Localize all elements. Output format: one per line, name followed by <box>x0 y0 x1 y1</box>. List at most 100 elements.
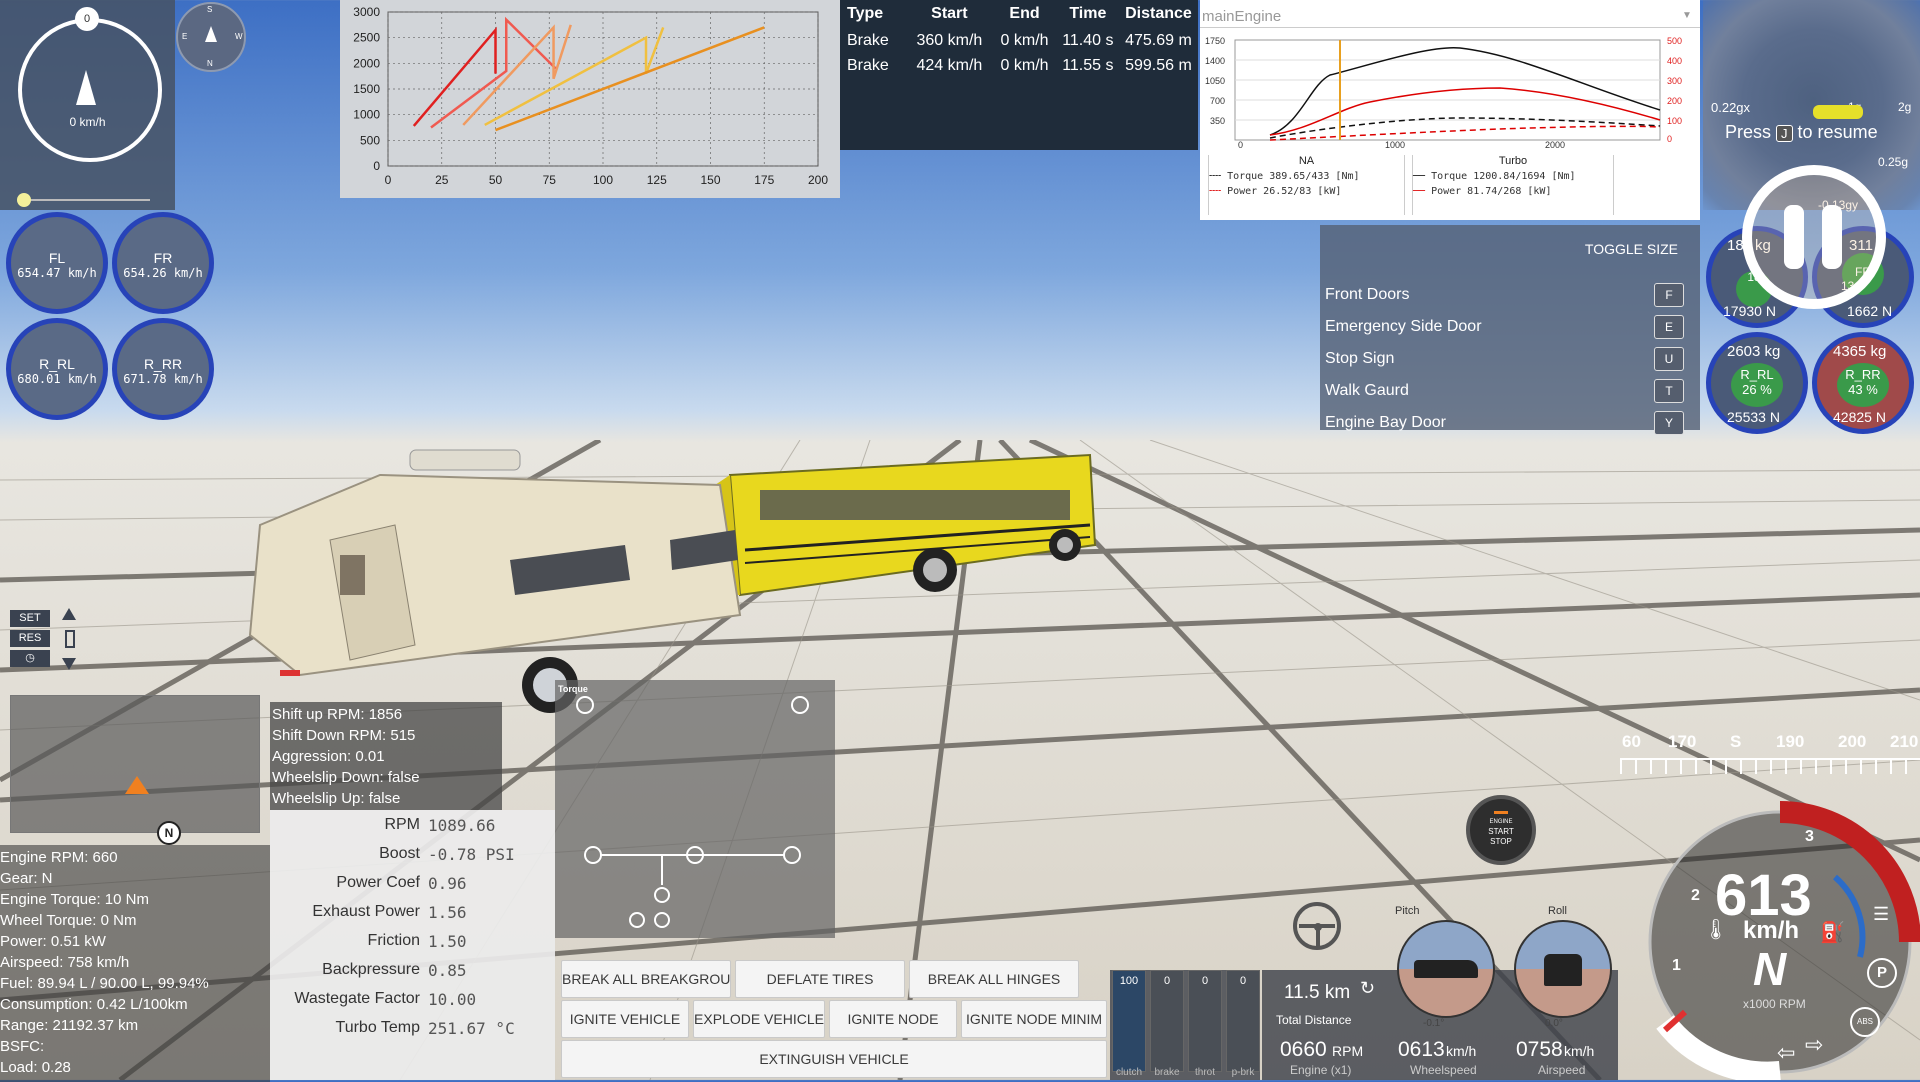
table-header: Time <box>1069 5 1107 22</box>
tire-load-pct: 26 % <box>1742 382 1772 397</box>
param-label: Friction <box>367 932 420 949</box>
trip-wheelspeed: 0613 <box>1398 1038 1445 1061</box>
turbo-torque: Torque 1200.84/1694 [Nm] <box>1431 171 1576 182</box>
param-value: 251.67 °C <box>428 1019 515 1038</box>
param-label: RPM <box>384 816 420 833</box>
y-tick-label: 0 <box>373 159 380 173</box>
cruise-down-icon[interactable] <box>62 658 76 670</box>
ignite-node-minimal-button[interactable]: IGNITE NODE MINIM <box>961 1000 1107 1038</box>
heading-tick-label: 210 <box>1890 732 1919 751</box>
left-tick: 1750 <box>1205 36 1225 46</box>
keyboard-icon: F <box>1654 283 1684 307</box>
left-tick: 350 <box>1210 116 1225 126</box>
reset-icon[interactable]: ↻ <box>1360 978 1375 999</box>
heading-tick-label: 190 <box>1776 732 1805 751</box>
toggle-item-stop-sign[interactable]: Stop Sign U <box>1320 343 1700 375</box>
explode-vehicle-button[interactable]: EXPLODE VEHICLE <box>693 1000 825 1038</box>
minimap[interactable]: N <box>10 695 260 845</box>
wheel-gauge-speed: 680.01 km/h <box>17 372 97 386</box>
pause-hint: Press J to resume <box>1725 122 1878 143</box>
brake-value: 0 <box>1163 975 1171 987</box>
table-cell: Brake <box>847 56 889 74</box>
info-line: Aggression: 0.01 <box>272 748 385 765</box>
minimap-north: N <box>157 821 181 845</box>
tire-load-name: R_RL <box>1740 367 1774 382</box>
engine-dropdown-label[interactable]: mainEngine <box>1202 8 1281 25</box>
cruise-timer-icon[interactable]: ◷ <box>10 650 50 667</box>
toggle-item-emergency-door[interactable]: Emergency Side Door E <box>1320 311 1700 343</box>
cruise-control: SET RES ◷ <box>8 608 84 674</box>
rpm-tick-label: 2 <box>1691 887 1700 904</box>
y-tick-label: 2500 <box>353 31 380 45</box>
wheel-gauge-name: R_RR <box>143 356 183 372</box>
toggle-item-label: Front Doors <box>1325 286 1410 303</box>
toggle-item-walk-guard[interactable]: Walk Gaurd T <box>1320 375 1700 407</box>
break-breakgroups-button[interactable]: BREAK ALL BREAKGROUPS <box>561 960 731 998</box>
toggle-size-button[interactable]: TOGGLE SIZE <box>1585 241 1678 257</box>
wheel-gauge-rl: R_RL 680.01 km/h <box>6 318 108 420</box>
info-line: Shift up RPM: 1856 <box>272 706 403 723</box>
stat-line: Fuel: 89.94 L / 90.00 L, 99.94% <box>0 975 209 992</box>
pbrake-bar: 0 <box>1226 970 1260 1072</box>
cruise-res-button[interactable]: RES <box>10 630 50 647</box>
na-torque: Torque 389.65/433 [Nm] <box>1227 171 1360 182</box>
engine-button-line2: START <box>1488 827 1514 836</box>
keyboard-icon: U <box>1654 347 1684 371</box>
x-tick-label: 200 <box>808 173 828 187</box>
temperature-icon: 🌡 <box>1703 919 1729 941</box>
table-cell: 11.55 s <box>1062 56 1114 74</box>
vehicle-stats: Engine RPM: 660 Gear: N Engine Torque: 1… <box>0 845 270 1082</box>
drivetrain-diagram <box>576 696 809 928</box>
engine-params: RPM 1089.66 Boost -0.78 PSI Power Coef 0.96… <box>270 810 555 1080</box>
roll-gauge <box>1514 920 1612 1018</box>
toggle-item-label: Walk Gaurd <box>1325 382 1409 399</box>
compass-panel: 0 0 km/h <box>0 0 175 210</box>
speedometer: 613 km/h N x1000 RPM 1 2 3 🌡 ⛽ P ☰ ABS ⇦… <box>1625 782 1920 1080</box>
school-bus <box>700 453 1097 597</box>
pause-press: Press <box>1725 122 1772 142</box>
compass-slider-track[interactable] <box>20 199 150 201</box>
engine-indicator <box>1494 811 1508 814</box>
table-header: Type <box>847 5 884 22</box>
engine-start-stop-button[interactable]: ENGINE START STOP <box>1466 795 1536 865</box>
drivetrain-panel: Torque <box>555 680 835 938</box>
turbo-power: Power 81.74/268 [kW] <box>1431 186 1552 197</box>
stat-line: Load: 0.28 <box>0 1059 71 1076</box>
headlight-icon: ☰ <box>1873 904 1890 924</box>
toggle-item-front-doors[interactable]: Front Doors F <box>1320 279 1700 311</box>
x-tick-label: 0 <box>385 173 392 187</box>
ignite-node-button[interactable]: IGNITE NODE <box>829 1000 957 1038</box>
brake-bar: 0 <box>1150 970 1184 1072</box>
chevron-down-icon[interactable]: ▼ <box>1682 10 1692 21</box>
left-tick: 1050 <box>1205 76 1225 86</box>
fuel-icon: ⛽ <box>1820 922 1845 944</box>
engine-curves: 1750 1400 1050 700 350 0 1000 2000 500 4… <box>1205 36 1682 150</box>
cruise-set-button[interactable]: SET <box>10 610 50 627</box>
stat-line: Airspeed: 758 km/h <box>0 954 130 971</box>
compass-speed: 0 km/h <box>69 115 106 129</box>
deflate-tires-button[interactable]: DEFLATE TIRES <box>735 960 905 998</box>
break-hinges-button[interactable]: BREAK ALL HINGES <box>909 960 1079 998</box>
truck-side-icon <box>1414 960 1478 978</box>
extinguish-button[interactable]: EXTINGUISH VEHICLE <box>561 1040 1107 1078</box>
toggle-item-engine-bay[interactable]: Engine Bay Door Y <box>1320 407 1700 439</box>
throttle-bar: 0 <box>1188 970 1222 1072</box>
x-tick-label: 100 <box>593 173 613 187</box>
cruise-up-icon[interactable] <box>62 608 76 620</box>
trip-rpm-unit: RPM <box>1332 1043 1364 1059</box>
ignite-vehicle-button[interactable]: IGNITE VEHICLE <box>561 1000 689 1038</box>
param-value: 1.56 <box>428 903 467 922</box>
table-header: End <box>1009 5 1040 22</box>
rpm-tick-label: 1 <box>1672 957 1681 974</box>
compass-slider-handle[interactable] <box>17 193 31 207</box>
table-cell: 475.69 m <box>1125 31 1192 49</box>
right-turn-signal-icon: ⇨ <box>1805 1032 1824 1057</box>
mini-compass-e: E <box>182 32 188 41</box>
wheel-gauge-name: FR <box>153 250 173 266</box>
engine-graph-panel: mainEngine ▼ 1750 1400 1050 700 350 0 10… <box>1200 0 1700 220</box>
table-row: Brake 360 km/h 0 km/h 11.40 s 475.69 m <box>846 28 1198 53</box>
cruise-level-icon <box>65 630 75 648</box>
pause-icon[interactable] <box>1742 165 1886 309</box>
heading-tick-label: 60 <box>1622 732 1641 751</box>
wheel-gauge-name: FL <box>48 250 66 266</box>
